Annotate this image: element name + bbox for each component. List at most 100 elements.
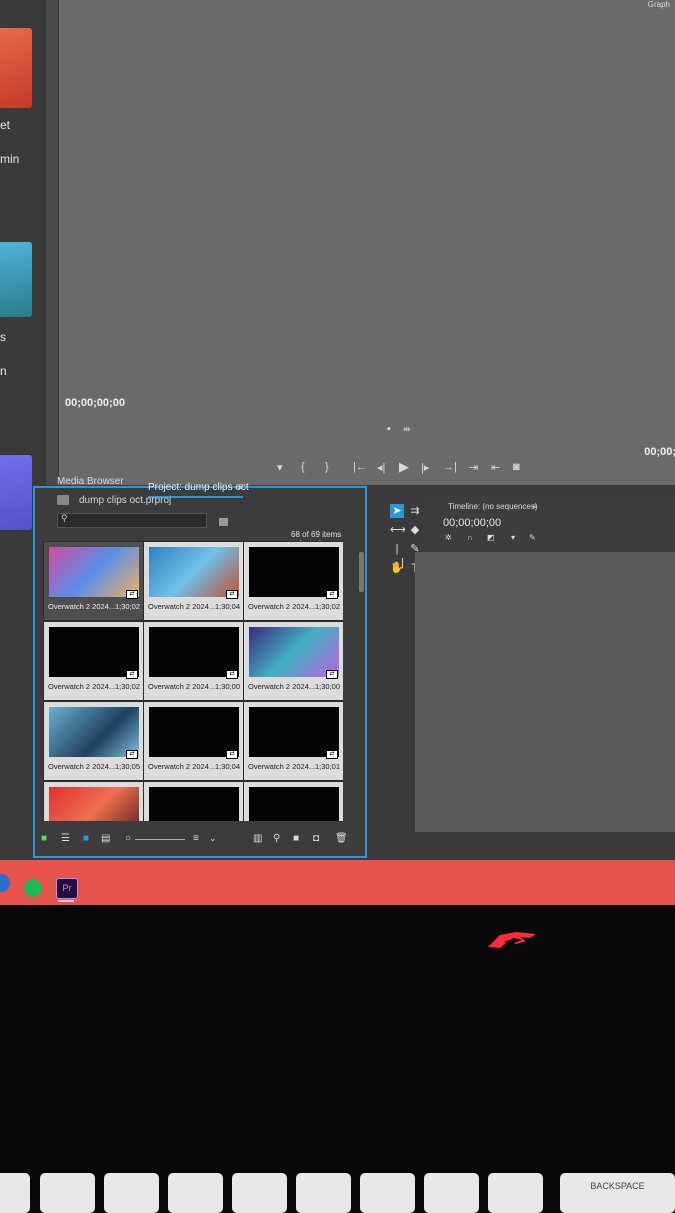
left-label-2: min — [0, 152, 20, 166]
step-back-icon[interactable]: ◂| — [377, 461, 385, 474]
linked-selection-icon[interactable]: ◩ — [487, 533, 495, 542]
clip-name: Overwatch 2 2024... — [48, 682, 116, 691]
tab-project[interactable]: Project: dump clips oct — [148, 482, 249, 493]
add-marker-timeline-icon[interactable]: ▾ — [511, 533, 515, 542]
key[interactable] — [360, 1173, 415, 1213]
wrench-icon[interactable]: ✎ — [529, 533, 536, 542]
marker-icon[interactable]: ▪ — [387, 423, 391, 435]
new-bin-icon[interactable] — [219, 518, 228, 526]
overwrite-icon[interactable]: ⇤ — [491, 461, 500, 474]
clip-item[interactable] — [143, 781, 245, 821]
key[interactable] — [424, 1173, 479, 1213]
sort-icon[interactable]: ≡ — [193, 833, 199, 844]
freeform-view-icon[interactable]: ▤ — [101, 833, 110, 844]
zoom-slider-handle[interactable]: ○ — [125, 833, 131, 844]
left-label-3: s — [0, 330, 6, 344]
audio-video-badge-icon: ⇄ — [126, 750, 138, 759]
add-marker-icon[interactable]: ▾ — [277, 461, 283, 474]
chevron-down-icon[interactable]: ⌄ — [209, 833, 217, 844]
clip-duration: 1;30;02 — [114, 602, 140, 611]
clip-item[interactable]: ⇄ Overwatch 2 2024... 1;30;04 — [143, 541, 245, 621]
clip-item[interactable]: ⇄ Overwatch 2 2024... 1;30;05 — [43, 701, 145, 781]
tab-media-browser[interactable]: Media Browser — [57, 476, 124, 487]
timecode-left: 00;00;00;00 — [65, 397, 125, 409]
project-panel: Media Browser Project: dump clips oct ≡ … — [33, 476, 367, 858]
clip-name: Overwatch 2 2024... — [148, 682, 216, 691]
left-thumbnail-1[interactable] — [0, 28, 32, 108]
list-view-icon[interactable]: ☰ — [61, 833, 70, 844]
lock-icon[interactable]: ■ — [41, 833, 47, 844]
hand-icon[interactable]: ✋ — [390, 561, 404, 575]
clip-name: Overwatch 2 2024... — [148, 762, 216, 771]
razor-icon[interactable]: ◆ — [408, 523, 422, 537]
audio-video-badge-icon: ⇄ — [126, 670, 138, 679]
clip-duration: 1;30;02 — [114, 682, 140, 691]
clip-item[interactable]: ⇄ Overwatch 2 2024... 1;30;02 — [243, 541, 343, 621]
clip-item[interactable] — [243, 781, 343, 821]
search-input[interactable]: ⚲ — [57, 513, 207, 528]
clip-duration: 1;30;04 — [214, 762, 240, 771]
clip-item[interactable]: ⇄ Overwatch 2 2024... 1;30;02 — [43, 621, 145, 701]
monitor-bezel — [0, 905, 675, 1200]
audio-video-badge-icon: ⇄ — [226, 590, 238, 599]
automate-icon[interactable]: ▥ — [253, 833, 262, 844]
clip-thumbnail — [149, 787, 239, 821]
track-select-icon[interactable]: ⇉ — [408, 504, 422, 518]
play-icon[interactable]: ▶ — [399, 459, 409, 475]
backspace-key[interactable]: BACKSPACE — [560, 1173, 675, 1213]
clip-item[interactable]: ⇄ Overwatch 2 2024... 1;30;04 — [143, 701, 245, 781]
zoom-slider-track[interactable] — [135, 839, 185, 840]
new-folder-icon[interactable]: ■ — [293, 833, 299, 844]
search-icon: ⚲ — [61, 513, 68, 523]
audio-video-badge-icon: ⇄ — [226, 750, 238, 759]
premiere-pro-icon[interactable]: Pr — [56, 878, 78, 899]
clip-item[interactable]: ⇄ Overwatch 2 2024... 1;30;00 — [143, 621, 245, 701]
key[interactable] — [40, 1173, 95, 1213]
clip-name: Overwatch 2 2024... — [148, 602, 216, 611]
camera-icon[interactable]: ◙ — [513, 461, 520, 473]
left-label-4: n — [0, 364, 7, 378]
trash-icon[interactable]: 🗑 — [335, 833, 348, 844]
clip-item[interactable]: ⇄ Overwatch 2 2024... 1;30;02 — [43, 541, 145, 621]
clip-duration: 1;30;02 — [314, 602, 340, 611]
icon-view-icon[interactable]: ■ — [83, 833, 89, 844]
app-icon-partial[interactable] — [0, 874, 10, 892]
clip-item[interactable]: ⇄ Overwatch 2 2024... 1;30;00 — [243, 621, 343, 701]
selection-tool-icon[interactable]: ➤ — [390, 504, 404, 518]
active-app-indicator — [58, 900, 74, 902]
settings-icon[interactable]: ⇹ — [403, 424, 411, 435]
spotify-icon[interactable] — [24, 879, 42, 897]
clip-name: Overwatch 2 2024... — [48, 762, 116, 771]
snap-icon[interactable]: ∩ — [467, 533, 473, 542]
new-item-icon[interactable]: ◘ — [313, 833, 319, 844]
timeline-menu-icon[interactable]: ≡ — [532, 502, 537, 511]
monitor-screen: et min s n Graph 00;00;00;00 00;00; ▪ ⇹ … — [0, 0, 675, 905]
key[interactable] — [296, 1173, 351, 1213]
slip-icon[interactable]: |↔| — [390, 542, 404, 569]
project-toolbar: ■ ☰ ■ ▤ ○ ≡ ⌄ ▥ ⚲ ■ ◘ 🗑 — [41, 833, 356, 847]
left-thumbnail-3[interactable] — [0, 455, 32, 530]
nest-icon[interactable]: ✲ — [445, 533, 452, 542]
key[interactable] — [488, 1173, 543, 1213]
mark-in-icon[interactable]: { — [301, 461, 305, 473]
key[interactable] — [168, 1173, 223, 1213]
go-to-out-icon[interactable]: →| — [443, 461, 457, 473]
insert-icon[interactable]: ⇥ — [469, 461, 478, 474]
scrollbar[interactable] — [359, 552, 364, 592]
ripple-edit-icon[interactable]: ⟷ — [390, 523, 406, 537]
find-icon[interactable]: ⚲ — [273, 833, 280, 844]
step-forward-icon[interactable]: |▸ — [421, 461, 429, 474]
mark-out-icon[interactable]: } — [325, 461, 329, 473]
rog-logo — [486, 929, 540, 951]
timeline-controls: ✲ ∩ ◩ ▾ ✎ — [443, 533, 543, 543]
panel-menu-icon[interactable]: ≡ — [237, 482, 243, 493]
left-thumbnail-2[interactable] — [0, 242, 32, 317]
key[interactable] — [232, 1173, 287, 1213]
clip-item[interactable]: ⇄ Overwatch 2 2024... 1;30;01 — [243, 701, 343, 781]
go-to-in-icon[interactable]: |← — [353, 461, 367, 473]
project-file-name: dump clips oct.prproj — [79, 495, 172, 506]
clip-item[interactable] — [43, 781, 145, 821]
key[interactable] — [104, 1173, 159, 1213]
timeline-title: Timeline: (no sequences) — [448, 502, 538, 511]
key[interactable] — [0, 1173, 30, 1213]
